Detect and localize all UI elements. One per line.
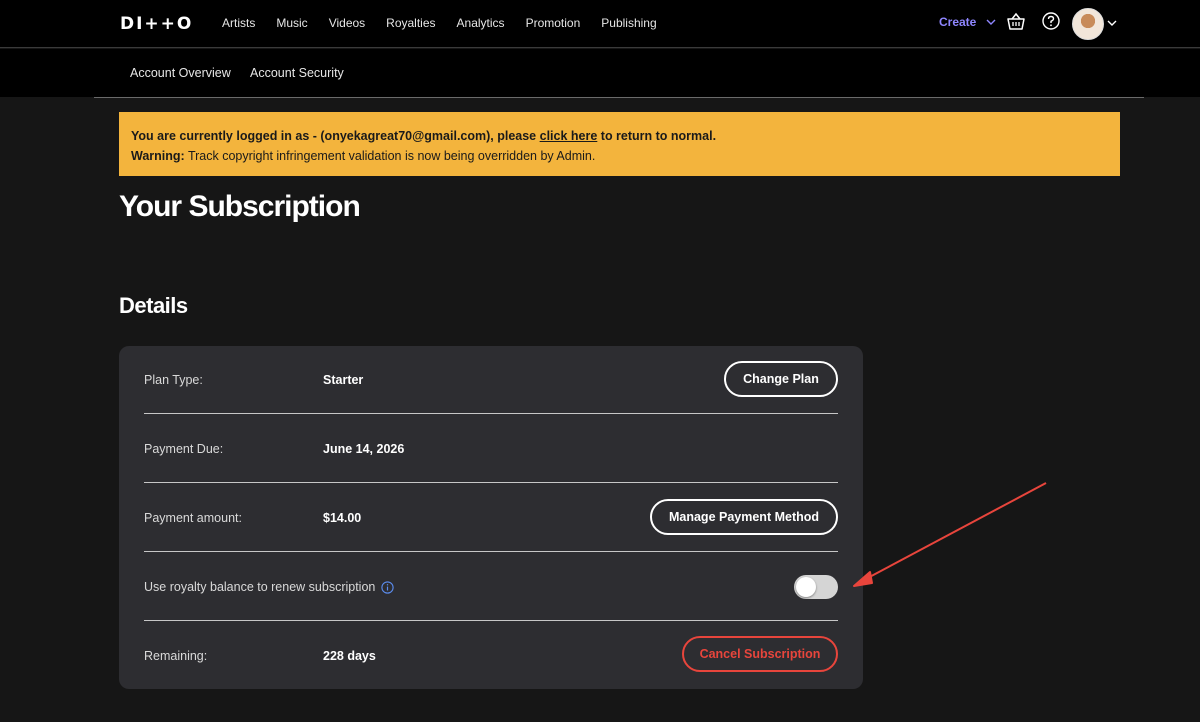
- payment-due-row: Payment Due: June 14, 2026: [144, 415, 838, 483]
- payment-amount-label: Payment amount:: [144, 511, 242, 525]
- payment-due-value: June 14, 2026: [323, 442, 405, 456]
- create-label: Create: [939, 15, 977, 29]
- tab-account-security[interactable]: Account Security: [250, 66, 344, 80]
- nav-link-music[interactable]: Music: [276, 16, 307, 30]
- annotation-arrow-icon: [853, 482, 1047, 587]
- royalty-balance-toggle[interactable]: [794, 575, 838, 599]
- nav-link-videos[interactable]: Videos: [329, 16, 365, 30]
- cancel-subscription-button[interactable]: Cancel Subscription: [682, 636, 838, 672]
- nav-link-royalties[interactable]: Royalties: [386, 16, 435, 30]
- ditto-logo[interactable]: DI++O: [120, 14, 193, 34]
- remaining-value: 228 days: [323, 649, 376, 663]
- plan-type-label: Plan Type:: [144, 373, 203, 387]
- nav-link-publishing[interactable]: Publishing: [601, 16, 656, 30]
- banner-line-1: You are currently logged in as - (onyeka…: [131, 126, 1108, 146]
- subnav-divider: [94, 97, 1144, 98]
- impersonation-banner: You are currently logged in as - (onyeka…: [119, 112, 1120, 176]
- change-plan-button[interactable]: Change Plan: [724, 361, 838, 397]
- manage-payment-method-button[interactable]: Manage Payment Method: [650, 499, 838, 535]
- chevron-down-icon[interactable]: [1107, 18, 1117, 28]
- payment-amount-value: $14.00: [323, 511, 362, 525]
- nav-link-artists[interactable]: Artists: [222, 16, 255, 30]
- toggle-knob: [796, 577, 816, 597]
- royalty-balance-label: Use royalty balance to renew subscriptio…: [144, 580, 376, 594]
- main-nav-links: Artists Music Videos Royalties Analytics…: [222, 0, 678, 46]
- nav-link-promotion[interactable]: Promotion: [526, 16, 581, 30]
- user-avatar[interactable]: [1072, 8, 1104, 40]
- banner-return-text: to return to normal.: [597, 129, 717, 143]
- banner-line-2: Warning: Track copyright infringement va…: [131, 146, 1108, 166]
- tab-account-overview[interactable]: Account Overview: [130, 66, 231, 80]
- subscription-details-card: Plan Type: Starter Change Plan Payment D…: [119, 346, 863, 689]
- page-title: Your Subscription: [119, 190, 361, 223]
- return-to-normal-link[interactable]: click here: [540, 129, 598, 143]
- banner-warning-text: Track copyright infringement validation …: [184, 149, 596, 163]
- details-heading: Details: [119, 293, 188, 318]
- royalty-balance-label-wrap: Use royalty balance to renew subscriptio…: [144, 553, 395, 621]
- info-icon[interactable]: [381, 580, 395, 594]
- plan-type-row: Plan Type: Starter Change Plan: [144, 346, 838, 414]
- help-icon[interactable]: [1042, 12, 1060, 30]
- top-nav: DI++O Artists Music Videos Royalties Ana…: [0, 0, 1200, 48]
- remaining-label: Remaining:: [144, 649, 208, 663]
- nav-link-analytics[interactable]: Analytics: [457, 16, 505, 30]
- payment-due-label: Payment Due:: [144, 442, 224, 456]
- basket-icon[interactable]: [1006, 12, 1026, 32]
- royalty-balance-row: Use royalty balance to renew subscriptio…: [144, 553, 838, 621]
- plan-type-value: Starter: [323, 373, 364, 387]
- remaining-row: Remaining: 228 days Cancel Subscription: [144, 622, 838, 690]
- payment-amount-row: Payment amount: $14.00 Manage Payment Me…: [144, 484, 838, 552]
- create-button[interactable]: Create: [939, 15, 996, 29]
- chevron-down-icon: [986, 19, 996, 25]
- banner-warning-label: Warning:: [131, 149, 185, 163]
- banner-login-text: You are currently logged in as - (onyeka…: [131, 129, 540, 143]
